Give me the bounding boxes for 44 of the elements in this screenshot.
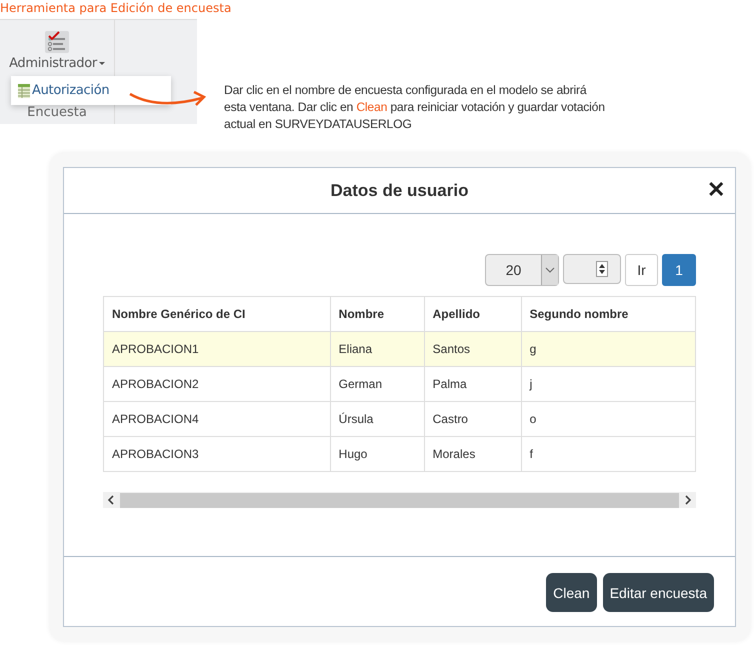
page-button[interactable]: 1 <box>662 254 696 286</box>
checklist-icon <box>45 31 69 53</box>
go-button[interactable]: Ir <box>625 254 658 286</box>
table-cell: APROBACION1 <box>104 332 330 366</box>
table-cell: APROBACION4 <box>104 402 330 436</box>
table-cell: f <box>521 436 696 472</box>
table-cell: APROBACION3 <box>104 436 330 472</box>
caret-icon <box>98 62 105 65</box>
spinner-icon <box>596 261 608 277</box>
table-cell: o <box>521 402 696 436</box>
column-header: Nombre Genérico de CI <box>104 296 330 332</box>
dialog-title: Datos de usuario <box>330 180 468 200</box>
administrator-dropdown[interactable]: Administrador <box>9 56 105 71</box>
table-cell: g <box>521 332 696 366</box>
horizontal-scrollbar[interactable] <box>103 492 696 508</box>
menu-item[interactable]: Autorización <box>11 83 110 98</box>
close-button[interactable]: ✕ <box>707 177 725 203</box>
survey-label: Encuesta <box>27 105 87 120</box>
chevron-icon <box>541 255 558 285</box>
table-row[interactable]: APROBACION4 Úrsula Castro o <box>104 402 696 436</box>
table-cell: Eliana <box>330 332 424 366</box>
scroll-left-icon <box>107 495 115 505</box>
spreadsheet-icon <box>18 84 30 98</box>
table-row[interactable]: APROBACION2 German Palma j <box>104 366 696 402</box>
table-cell: Hugo <box>330 436 424 472</box>
table-cell: j <box>521 366 696 402</box>
table-row[interactable]: APROBACION3 Hugo Morales f <box>104 436 696 472</box>
table-cell: Úrsula <box>330 402 424 436</box>
scroll-right-icon <box>684 495 692 505</box>
table-cell: APROBACION2 <box>104 366 330 402</box>
table-row[interactable]: APROBACION1 Eliana Santos g <box>104 332 696 366</box>
menu-item-label: Autorización <box>32 83 110 98</box>
page-size-select[interactable]: 20 <box>485 254 559 286</box>
table-cell: German <box>330 366 424 402</box>
table-cell: Santos <box>424 332 522 366</box>
page-number-field[interactable] <box>563 254 621 284</box>
table-cell: Castro <box>424 402 522 436</box>
dialog-button[interactable]: Clean <box>546 573 597 612</box>
table-cell: Morales <box>424 436 522 472</box>
dialog-button[interactable]: Editar encuesta <box>602 573 714 612</box>
column-header: Segundo nombre <box>521 296 696 332</box>
instruction-text: Dar clic en el nombre de encuesta configurada en el modelo se abrirá esta ventana. Dar clic en Clean para reiniciar votación y guardar votación actual en SURVEYDATAUSERLOG <box>224 82 606 127</box>
table-cell: Palma <box>424 366 522 402</box>
page-heading: Herramienta para Edición de encuesta <box>0 0 232 17</box>
